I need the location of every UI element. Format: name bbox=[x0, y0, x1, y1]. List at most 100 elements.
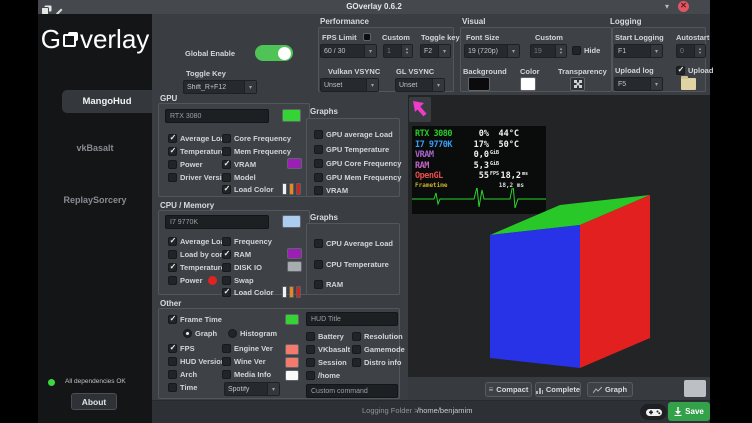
frame-time-color-swatch[interactable] bbox=[285, 314, 299, 325]
graph-option-cpu-temperature[interactable]: CPU Temperature bbox=[314, 259, 389, 270]
frame-time-histogram-radio[interactable]: Histogram bbox=[228, 328, 277, 339]
chevron-down-icon[interactable]: ▾ bbox=[660, 0, 674, 14]
compact-view-button[interactable]: ≡ Compact bbox=[485, 382, 532, 397]
gpu-name-input[interactable]: RTX 3080 bbox=[165, 109, 269, 123]
cpu-load-color-swatches[interactable] bbox=[282, 286, 301, 298]
screen: GOverlay 0.6.2 ▾ ✕ G verlay MangoHud vkB… bbox=[0, 0, 752, 423]
upload-log-select[interactable]: F5▾ bbox=[614, 77, 663, 91]
gpu-option-vram[interactable]: VRAM bbox=[222, 159, 256, 170]
custom-command-input[interactable]: Custom command bbox=[306, 384, 398, 398]
chevron-down-icon: ▾ bbox=[267, 383, 279, 395]
vram-color-swatch[interactable] bbox=[287, 158, 302, 169]
graph-view-button[interactable]: Graph bbox=[587, 382, 633, 397]
other-option-engine-ver[interactable]: Engine Ver bbox=[222, 343, 273, 354]
global-enable-toggle[interactable] bbox=[255, 45, 293, 61]
transparency-label: Transparency bbox=[558, 67, 607, 76]
logging-folder-path[interactable]: /home/benjamim bbox=[417, 406, 472, 415]
gpu-option-load-color[interactable]: Load Color bbox=[222, 184, 274, 195]
other-option-battery[interactable]: Battery bbox=[306, 331, 344, 342]
toggle-key-select[interactable]: Shift_R+F12▾ bbox=[183, 80, 257, 94]
gpu-option-mem-frequency[interactable]: Mem Frequency bbox=[222, 146, 291, 157]
sidebar-tab-vkbasalt[interactable]: vkBasalt bbox=[38, 143, 152, 153]
gpu-option-power[interactable]: Power bbox=[168, 159, 203, 170]
hud-title-input[interactable]: HUD Title bbox=[306, 312, 398, 326]
graph-option-gpu-core-frequency[interactable]: GPU Core Frequency bbox=[314, 158, 401, 169]
wine-ver-color-swatch[interactable] bbox=[285, 357, 299, 368]
transparency-button[interactable] bbox=[570, 77, 585, 91]
color-label: Color bbox=[520, 67, 540, 76]
autostart-spinner[interactable]: 0▲▼ bbox=[676, 44, 706, 58]
cpu-color-swatch[interactable] bbox=[282, 215, 301, 228]
start-logging-label: Start Logging bbox=[615, 33, 664, 42]
gpu-option-temperature[interactable]: Temperature bbox=[168, 146, 225, 157]
media-info-color-swatch[interactable] bbox=[285, 370, 299, 381]
disk-io-color-swatch[interactable] bbox=[287, 261, 302, 272]
gamepad-button[interactable] bbox=[640, 404, 667, 420]
graph-option-vram[interactable]: VRAM bbox=[314, 185, 348, 196]
cpu-name-input[interactable]: I7 9770K bbox=[165, 215, 269, 229]
graph-option-gpu-mem-frequency[interactable]: GPU Mem Frequency bbox=[314, 172, 401, 183]
gpu-color-swatch[interactable] bbox=[282, 109, 301, 122]
fps-limit-swatch[interactable] bbox=[363, 33, 371, 41]
cpu-option-frequency[interactable]: Frequency bbox=[222, 236, 272, 247]
window-stack-icon bbox=[63, 32, 78, 47]
fps-limit-select[interactable]: 60 / 30▾ bbox=[320, 44, 377, 58]
gpu-option-average-load[interactable]: Average Load bbox=[168, 133, 229, 144]
move-hud-button[interactable] bbox=[409, 97, 431, 122]
other-option-fps[interactable]: FPS bbox=[168, 343, 195, 354]
save-button[interactable]: Save bbox=[668, 402, 710, 421]
gl-vsync-select[interactable]: Unset▾ bbox=[395, 78, 445, 92]
upload-option[interactable]: Upload bbox=[676, 65, 713, 76]
spin-down-icon: ▼ bbox=[405, 51, 409, 55]
font-size-select[interactable]: 19 (720p)▾ bbox=[464, 44, 520, 58]
gpu-option-core-frequency[interactable]: Core Frequency bbox=[222, 133, 291, 144]
close-button[interactable]: ✕ bbox=[678, 1, 689, 12]
complete-view-button[interactable]: Complete bbox=[535, 382, 581, 397]
hide-option[interactable]: Hide bbox=[572, 45, 600, 56]
other-option-resolution[interactable]: Resolution bbox=[352, 331, 403, 342]
ram-color-swatch[interactable] bbox=[287, 248, 302, 259]
font-custom-spinner[interactable]: 19▲▼ bbox=[530, 44, 567, 58]
engine-ver-color-swatch[interactable] bbox=[285, 344, 299, 355]
gpu-option-model[interactable]: Model bbox=[222, 172, 256, 183]
sidebar-tab-mangohud[interactable]: MangoHud bbox=[62, 90, 152, 113]
start-logging-select[interactable]: F1▾ bbox=[614, 44, 663, 58]
graph-option-gpu-temperature[interactable]: GPU Temperature bbox=[314, 144, 389, 155]
background-color-swatch[interactable] bbox=[468, 77, 490, 91]
frame-time-graph-radio[interactable]: Graph bbox=[183, 328, 217, 339]
other-option-vkbasalt[interactable]: VKbasalt bbox=[306, 344, 350, 355]
perf-toggle-key-select[interactable]: F2▾ bbox=[420, 44, 451, 58]
scrollbar-thumb[interactable] bbox=[684, 380, 706, 397]
other-option-media-info[interactable]: Media Info bbox=[222, 369, 271, 380]
other-option-hud-version[interactable]: HUD Version bbox=[168, 356, 225, 367]
graph-option-ram[interactable]: RAM bbox=[314, 279, 343, 290]
other-option-gamemode[interactable]: Gamemode bbox=[352, 344, 405, 355]
other-option-time[interactable]: Time bbox=[168, 382, 197, 393]
other-option-wine-ver[interactable]: Wine Ver bbox=[222, 356, 266, 367]
cpu-option-temperature[interactable]: Temperature bbox=[168, 262, 225, 273]
cpu-option-load-color[interactable]: Load Color bbox=[222, 287, 274, 298]
chevron-down-icon: ▾ bbox=[364, 45, 376, 57]
gpu-load-color-swatches[interactable] bbox=[282, 183, 301, 195]
cpu-option-load-by-core[interactable]: Load by core bbox=[168, 249, 227, 260]
other-option-distro-info[interactable]: Distro info bbox=[352, 357, 402, 368]
graph-option-cpu-average-load[interactable]: CPU Average Load bbox=[314, 238, 393, 249]
other-option-home[interactable]: /home bbox=[306, 370, 340, 381]
cpu-option-swap[interactable]: Swap bbox=[222, 275, 254, 286]
media-player-select[interactable]: Spotify▾ bbox=[224, 382, 280, 396]
about-button[interactable]: About bbox=[71, 393, 117, 410]
sidebar-tab-replaysorcery[interactable]: ReplaySorcery bbox=[38, 195, 152, 205]
graph-option-gpu-average-load[interactable]: GPU average Load bbox=[314, 129, 393, 140]
other-option-session[interactable]: Session bbox=[306, 357, 347, 368]
vulkan-vsync-select[interactable]: Unset▾ bbox=[320, 78, 379, 92]
fps-custom-spinner[interactable]: 1▲▼ bbox=[383, 44, 413, 58]
cpu-option-power[interactable]: Power bbox=[168, 275, 217, 286]
cpu-option-disk-io[interactable]: DISK IO bbox=[222, 262, 262, 273]
cpu-option-average-load[interactable]: Average Load bbox=[168, 236, 229, 247]
hud-row-vram: VRAM 0,0 GiB bbox=[412, 150, 546, 161]
cpu-option-ram[interactable]: RAM bbox=[222, 249, 251, 260]
text-color-swatch[interactable] bbox=[520, 77, 536, 91]
other-option-frame-time[interactable]: Frame Time bbox=[168, 314, 222, 325]
upload-folder-icon[interactable] bbox=[681, 78, 696, 90]
other-option-arch[interactable]: Arch bbox=[168, 369, 197, 380]
